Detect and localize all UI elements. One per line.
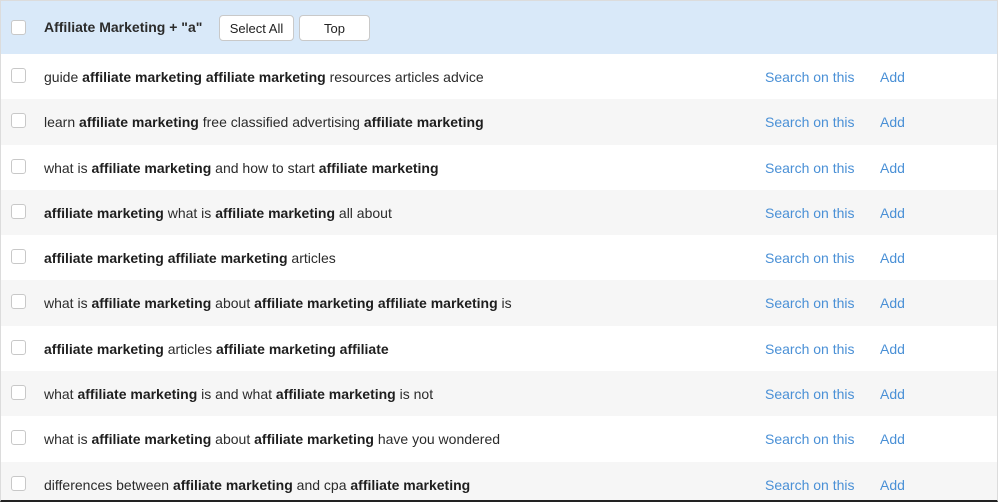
add-link[interactable]: Add (880, 341, 905, 357)
keyword-text: differences between (44, 476, 173, 493)
row-checkbox[interactable] (11, 475, 26, 491)
keyword-phrase: what affiliate marketing is and what aff… (44, 386, 433, 402)
keyword-list: guide affiliate marketing affiliate mark… (1, 54, 997, 500)
keyword-row: affiliate marketing affiliate marketing … (1, 235, 997, 280)
keyword-text: and how to start (211, 159, 319, 176)
search-on-this-link[interactable]: Search on this (765, 205, 855, 221)
row-checkbox[interactable] (11, 203, 26, 219)
row-checkbox[interactable] (11, 294, 26, 310)
keyword-highlight: affiliate marketing affiliate marketing (44, 250, 288, 267)
keyword-highlight: affiliate marketing (91, 159, 212, 176)
keyword-highlight: affiliate marketing (363, 114, 484, 131)
row-checkbox[interactable] (11, 158, 26, 174)
keyword-text: all about (335, 204, 392, 221)
add-link[interactable]: Add (880, 114, 905, 130)
add-link[interactable]: Add (880, 250, 905, 266)
row-checkbox[interactable] (11, 430, 26, 446)
add-link[interactable]: Add (880, 69, 905, 85)
keyword-text: about (211, 431, 255, 448)
add-link[interactable]: Add (880, 160, 905, 176)
keyword-text: articles (287, 250, 336, 267)
keyword-phrase: guide affiliate marketing affiliate mark… (44, 69, 484, 85)
search-on-this-link[interactable]: Search on this (765, 386, 855, 402)
keyword-phrase: affiliate marketing affiliate marketing … (44, 250, 336, 266)
keyword-phrase: learn affiliate marketing free classifie… (44, 114, 484, 130)
keyword-highlight: affiliate marketing (215, 204, 336, 221)
add-link[interactable]: Add (880, 477, 905, 493)
keyword-phrase: what is affiliate marketing about affili… (44, 295, 512, 311)
keyword-highlight: affiliate marketing affiliate (215, 340, 389, 357)
keyword-text: is and what (197, 386, 276, 403)
row-checkbox[interactable] (11, 68, 26, 83)
add-link[interactable]: Add (880, 431, 905, 447)
search-on-this-link[interactable]: Search on this (765, 341, 855, 357)
keyword-text: resources articles advice (325, 69, 484, 85)
keyword-phrase: what is affiliate marketing about affili… (44, 431, 500, 447)
group-title: Affiliate Marketing + "a" (44, 19, 203, 35)
keyword-highlight: affiliate marketing (91, 431, 212, 448)
keyword-text: is (497, 295, 512, 312)
keyword-text: about (211, 295, 255, 312)
keyword-row: what is affiliate marketing and how to s… (1, 145, 997, 190)
keyword-text: articles (163, 340, 216, 357)
group-header: Affiliate Marketing + "a" Select All Top (1, 1, 997, 54)
keyword-highlight: affiliate marketing (275, 386, 396, 403)
keyword-text: is not (395, 386, 434, 403)
add-link[interactable]: Add (880, 295, 905, 311)
keyword-text: what is (44, 159, 92, 176)
row-checkbox[interactable] (11, 249, 26, 265)
keyword-highlight: affiliate marketing (254, 431, 374, 448)
search-on-this-link[interactable]: Search on this (765, 114, 855, 130)
select-all-button[interactable]: Select All (219, 15, 294, 41)
add-link[interactable]: Add (880, 205, 905, 221)
keyword-highlight: affiliate marketing affiliate marketing (82, 69, 326, 85)
keyword-text: free classified advertising (198, 114, 364, 131)
row-checkbox[interactable] (11, 113, 26, 129)
search-on-this-link[interactable]: Search on this (765, 477, 855, 493)
keyword-row: affiliate marketing articles affiliate m… (1, 326, 997, 371)
keyword-text: what is (163, 204, 216, 221)
search-on-this-link[interactable]: Search on this (765, 250, 855, 266)
keyword-text: and cpa (292, 476, 351, 493)
keyword-highlight: affiliate marketing (318, 159, 439, 176)
search-on-this-link[interactable]: Search on this (765, 295, 855, 311)
keyword-highlight: affiliate marketing (91, 295, 212, 312)
keyword-highlight: affiliate marketing (44, 204, 164, 221)
keyword-highlight: affiliate marketing (77, 386, 198, 403)
keyword-phrase: affiliate marketing articles affiliate m… (44, 341, 389, 357)
row-checkbox[interactable] (11, 339, 26, 355)
search-on-this-link[interactable]: Search on this (765, 160, 855, 176)
keyword-phrase: affiliate marketing what is affiliate ma… (44, 205, 392, 221)
add-link[interactable]: Add (880, 386, 905, 402)
keyword-row: differences between affiliate marketing … (1, 461, 997, 500)
keyword-highlight: affiliate marketing (79, 114, 199, 131)
search-on-this-link[interactable]: Search on this (765, 431, 855, 447)
keyword-text: learn (44, 114, 80, 131)
search-on-this-link[interactable]: Search on this (765, 69, 855, 85)
keyword-text: what is (44, 431, 92, 448)
keyword-highlight: affiliate marketing affiliate marketing (254, 295, 498, 312)
keyword-row: what affiliate marketing is and what aff… (1, 371, 997, 417)
keyword-row: what is affiliate marketing about affili… (1, 280, 997, 326)
keyword-text: what (44, 386, 78, 403)
top-button[interactable]: Top (299, 15, 370, 41)
group-checkbox[interactable] (11, 20, 26, 35)
keyword-highlight: affiliate marketing (172, 476, 293, 493)
keyword-highlight: affiliate marketing (350, 476, 471, 493)
keyword-text: have you wondered (373, 431, 501, 448)
keyword-highlight: affiliate marketing (44, 340, 164, 357)
keyword-phrase: what is affiliate marketing and how to s… (44, 160, 439, 176)
keyword-text: what is (44, 295, 92, 312)
keyword-row: affiliate marketing what is affiliate ma… (1, 189, 997, 236)
keyword-row: guide affiliate marketing affiliate mark… (1, 54, 997, 99)
keyword-phrase: differences between affiliate marketing … (44, 477, 470, 493)
row-checkbox[interactable] (11, 385, 26, 401)
keyword-row: what is affiliate marketing about affili… (1, 416, 997, 461)
keyword-text: guide (44, 69, 83, 85)
keyword-group-panel: Affiliate Marketing + "a" Select All Top… (0, 0, 998, 502)
keyword-row: learn affiliate marketing free classifie… (1, 99, 997, 145)
